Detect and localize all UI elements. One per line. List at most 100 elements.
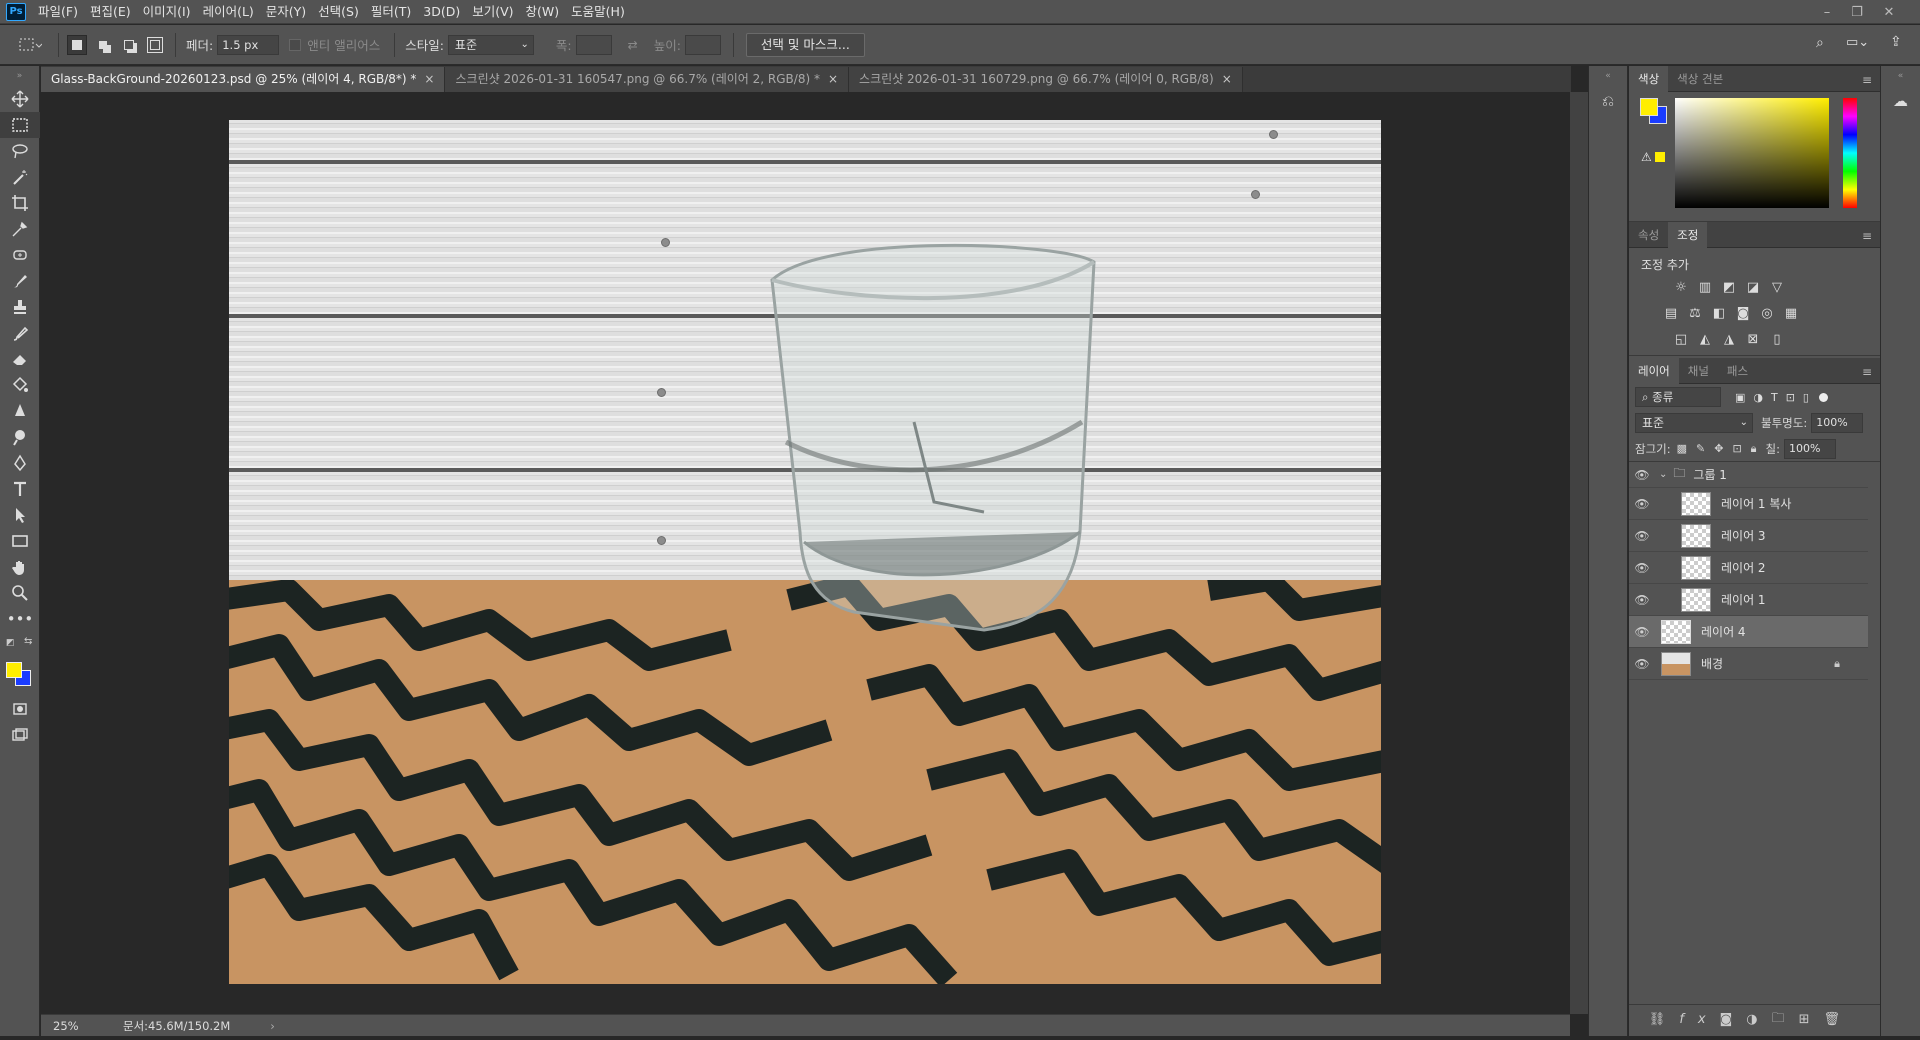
tab-color[interactable]: 색상: [1629, 65, 1669, 92]
minimize-icon[interactable]: –: [1813, 0, 1841, 24]
panel-menu-icon[interactable]: ≡: [1862, 365, 1872, 379]
swap-colors-icon[interactable]: ⇆: [24, 636, 32, 647]
exposure-icon[interactable]: ◪: [1744, 278, 1762, 296]
invert-icon[interactable]: ◱: [1672, 330, 1690, 348]
color-lookup-icon[interactable]: ▦: [1782, 304, 1800, 322]
close-tab-icon[interactable]: ×: [1222, 72, 1232, 86]
default-colors-icon[interactable]: ◩: [6, 638, 15, 648]
status-menu-arrow-icon[interactable]: ›: [270, 1019, 275, 1033]
layer-row[interactable]: 👁︎ 레이어 1 복사: [1629, 488, 1868, 520]
move-tool-icon[interactable]: [0, 86, 40, 112]
zoom-tool-icon[interactable]: [0, 580, 40, 606]
layer-row-background[interactable]: 👁︎ 배경 🔒︎: [1629, 648, 1868, 680]
menu-window[interactable]: 창(W): [520, 0, 566, 24]
add-mask-icon[interactable]: ◙: [1720, 1012, 1747, 1027]
levels-icon[interactable]: ▥: [1696, 278, 1714, 296]
document-tab[interactable]: 스크린샷 2026-01-31 160547.png @ 66.7% (레이어 …: [445, 67, 850, 92]
canvas-area[interactable]: [41, 92, 1570, 1014]
photo-filter-icon[interactable]: ◙: [1734, 304, 1752, 322]
tab-swatches[interactable]: 색상 견본: [1668, 66, 1732, 92]
hue-saturation-icon[interactable]: ▤: [1662, 304, 1680, 322]
menu-image[interactable]: 이미지(I): [137, 0, 197, 24]
layer-filter-icons[interactable]: ▣◑T⊡▯: [1735, 391, 1817, 404]
height-input[interactable]: [684, 34, 721, 55]
paint-bucket-tool-icon[interactable]: [0, 372, 40, 398]
visibility-eye-icon[interactable]: 👁︎: [1629, 529, 1655, 543]
crop-tool-icon[interactable]: [0, 190, 40, 216]
visibility-eye-icon[interactable]: 👁︎: [1629, 497, 1655, 511]
filter-toggle-icon[interactable]: [1818, 392, 1828, 402]
new-selection-icon[interactable]: [67, 34, 87, 55]
brightness-icon[interactable]: ☼: [1672, 278, 1690, 296]
selective-color-icon[interactable]: ⊠: [1744, 330, 1762, 348]
tab-layers[interactable]: 레이어: [1629, 357, 1679, 384]
intersect-selection-icon[interactable]: [145, 35, 165, 55]
swap-dimensions-icon[interactable]: ⇄: [628, 38, 638, 52]
menu-view[interactable]: 보기(V): [466, 0, 519, 24]
document-tab[interactable]: Glass-BackGround-20260123.psd @ 25% (레이어…: [41, 67, 446, 92]
layer-row[interactable]: 👁︎ 레이어 3: [1629, 520, 1868, 552]
tab-channels[interactable]: 채널: [1679, 358, 1718, 384]
screen-mode-icon[interactable]: [0, 722, 40, 748]
document-size[interactable]: 문서:45.6M/150.2M: [123, 1018, 230, 1034]
adjustment-layer-icon[interactable]: ◑: [1746, 1012, 1771, 1027]
visibility-eye-icon[interactable]: 👁︎: [1629, 657, 1655, 671]
eyedropper-tool-icon[interactable]: [0, 216, 40, 242]
menu-help[interactable]: 도움말(H): [565, 0, 631, 24]
panel-menu-icon[interactable]: ≡: [1862, 229, 1872, 243]
width-input[interactable]: [575, 34, 612, 55]
search-icon[interactable]: ⌕: [1816, 35, 1824, 51]
close-tab-icon[interactable]: ×: [424, 72, 434, 86]
tab-paths[interactable]: 패스: [1718, 358, 1757, 384]
history-panel-icon[interactable]: ⎌: [1589, 86, 1627, 116]
lock-icons[interactable]: ▩✎✥⊡🔒︎: [1677, 442, 1766, 456]
dodge-tool-icon[interactable]: [0, 424, 40, 450]
layer-row[interactable]: 👁︎ 레이어 2: [1629, 552, 1868, 584]
add-selection-icon[interactable]: [93, 35, 113, 55]
layer-row-selected[interactable]: 👁︎ 레이어 4: [1629, 616, 1868, 648]
feather-input[interactable]: 1.5 px: [217, 34, 280, 55]
hand-tool-icon[interactable]: [0, 554, 40, 580]
black-white-icon[interactable]: ◧: [1710, 304, 1728, 322]
spot-healing-tool-icon[interactable]: [0, 242, 40, 268]
chevron-down-icon[interactable]: ⌄: [1659, 469, 1667, 480]
share-icon[interactable]: ⇪: [1890, 34, 1902, 50]
style-select[interactable]: 표준 ⌄: [447, 34, 534, 55]
vibrance-icon[interactable]: ▽: [1768, 278, 1786, 296]
visibility-eye-icon[interactable]: 👁︎: [1629, 561, 1655, 575]
color-picker-field[interactable]: [1675, 98, 1829, 208]
lasso-tool-icon[interactable]: [0, 138, 40, 164]
blur-tool-icon[interactable]: [0, 398, 40, 424]
blend-mode-select[interactable]: 표준 ⌄: [1635, 413, 1753, 433]
foreground-color-swatch[interactable]: [6, 662, 22, 678]
menu-file[interactable]: 파일(F): [32, 0, 84, 24]
subtract-selection-icon[interactable]: [119, 35, 139, 55]
gamut-warning-icon[interactable]: ⚠: [1641, 150, 1652, 164]
menu-layer[interactable]: 레이어(L): [197, 0, 260, 24]
clone-stamp-tool-icon[interactable]: [0, 294, 40, 320]
fill-input[interactable]: 100%: [1784, 438, 1836, 459]
close-tab-icon[interactable]: ×: [828, 72, 838, 86]
foreground-color-chip[interactable]: [1640, 98, 1658, 116]
link-layers-icon[interactable]: ⛓: [1649, 1012, 1680, 1027]
marquee-preset-icon[interactable]: [10, 37, 50, 53]
gradient-map-icon[interactable]: ▯: [1768, 330, 1786, 348]
rectangle-tool-icon[interactable]: [0, 528, 40, 554]
magic-wand-tool-icon[interactable]: [0, 164, 40, 190]
document-canvas[interactable]: [229, 120, 1381, 984]
opacity-input[interactable]: 100%: [1811, 413, 1864, 433]
menu-edit[interactable]: 편집(E): [84, 0, 137, 24]
rectangular-marquee-tool-icon[interactable]: [0, 112, 40, 138]
vertical-scrollbar[interactable]: [1570, 92, 1588, 1014]
lock-icon[interactable]: 🔒︎: [1834, 657, 1840, 671]
select-and-mask-button[interactable]: 선택 및 마스크...: [745, 32, 865, 57]
tab-properties[interactable]: 속성: [1629, 222, 1668, 248]
quick-mask-icon[interactable]: [0, 696, 40, 722]
color-balance-icon[interactable]: ⚖: [1686, 304, 1704, 322]
visibility-eye-icon[interactable]: 👁︎: [1629, 625, 1655, 639]
hue-slider[interactable]: [1843, 98, 1857, 208]
threshold-icon[interactable]: ◮: [1720, 330, 1738, 348]
posterize-icon[interactable]: ◭: [1696, 330, 1714, 348]
fx-icon[interactable]: fx: [1679, 1012, 1719, 1027]
zoom-level[interactable]: 25%: [53, 1019, 113, 1033]
